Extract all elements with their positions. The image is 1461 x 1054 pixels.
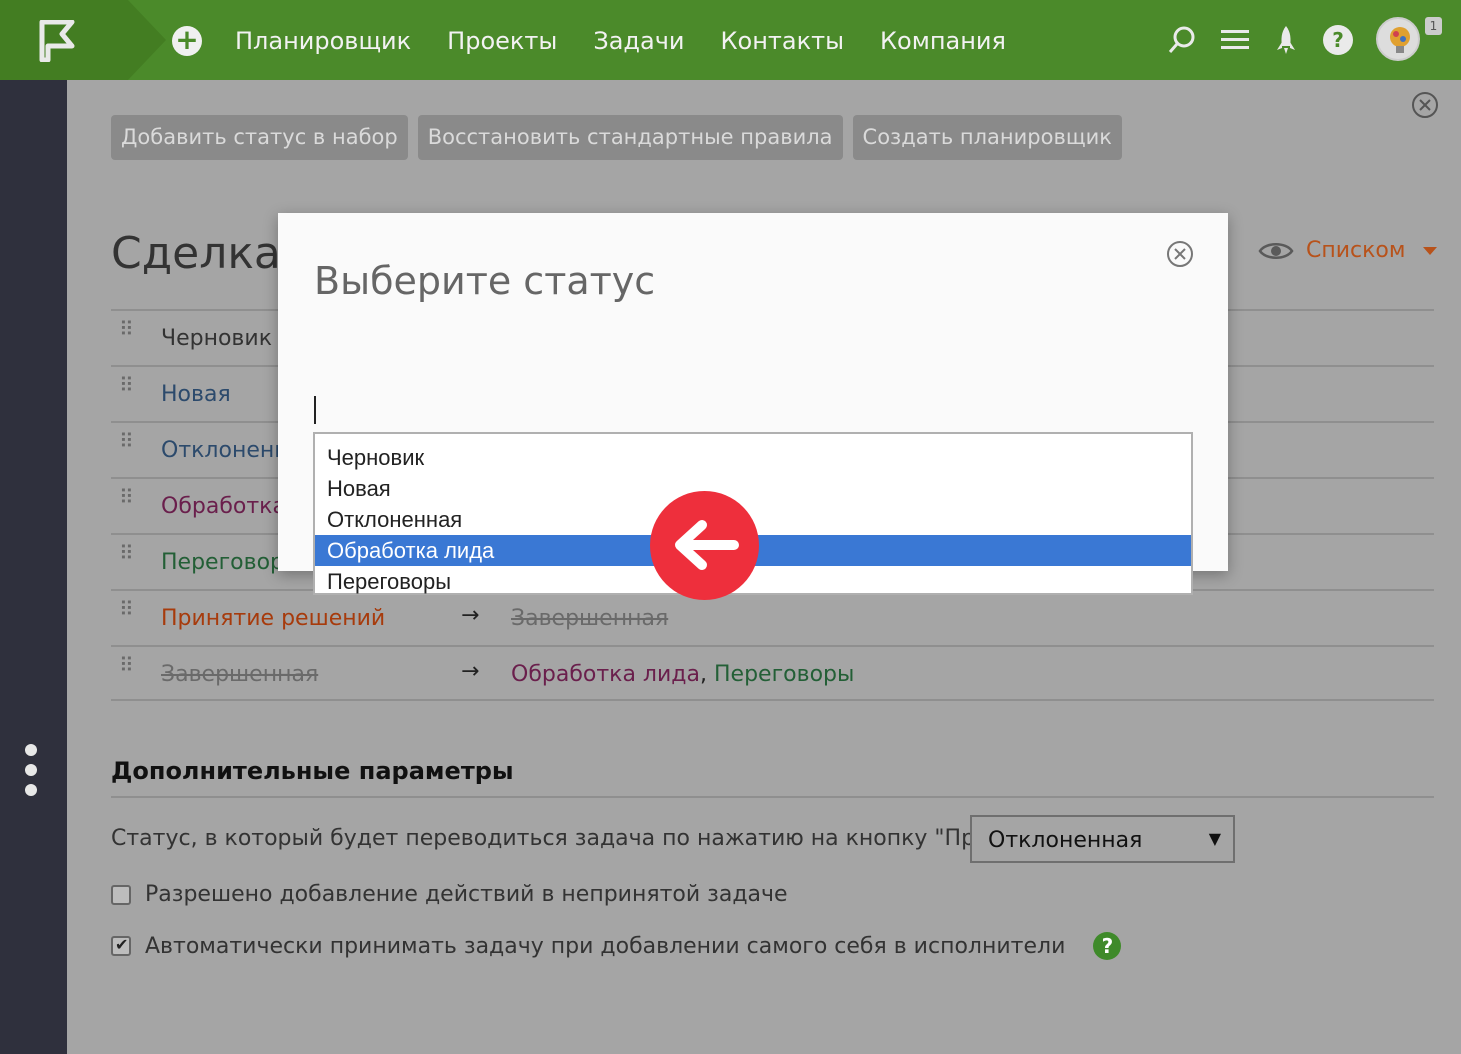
text-cursor — [314, 396, 316, 424]
close-page-icon[interactable] — [1410, 90, 1440, 120]
section-title: Дополнительные параметры — [111, 757, 514, 785]
restore-rules-button[interactable]: Восстановить стандартные правила — [417, 115, 843, 160]
logo-arrow-shape — [128, 0, 166, 80]
help-icon[interactable]: ? — [1322, 24, 1354, 56]
target-separator: , — [700, 662, 707, 687]
page-title: Сделка — [111, 228, 281, 279]
eye-icon — [1258, 242, 1294, 259]
status-name: Черновик — [161, 326, 272, 351]
left-rail — [0, 80, 67, 1054]
question-help-icon[interactable]: ? — [1093, 932, 1122, 960]
drag-handle-icon[interactable]: ⠿ — [119, 487, 134, 517]
drag-handle-icon[interactable]: ⠿ — [119, 599, 134, 629]
nav-planner[interactable]: Планировщик — [235, 26, 411, 56]
search-icon[interactable] — [1166, 24, 1198, 56]
user-avatar[interactable] — [1376, 17, 1420, 61]
status-name: Принятие решений — [161, 606, 386, 631]
logo-flag-icon[interactable] — [38, 20, 78, 62]
select-caret-icon: ▼ — [1208, 829, 1221, 848]
toolbar: Добавить статус в набор Восстановить ста… — [111, 115, 1122, 160]
status-row[interactable]: ⠿ Принятие решений → Завершенная — [111, 589, 1434, 645]
status-name: Обработка — [161, 494, 286, 519]
drag-handle-icon[interactable]: ⠿ — [119, 319, 134, 349]
main-nav: Планировщик Проекты Задачи Контакты Комп… — [235, 26, 1006, 56]
create-planner-button[interactable]: Создать планировщик — [852, 115, 1122, 160]
status-name: Завершенная — [161, 662, 319, 687]
nav-tasks[interactable]: Задачи — [593, 26, 684, 56]
accept-status-select[interactable]: Отклоненная ▼ — [970, 815, 1235, 863]
add-plus-icon[interactable]: + — [172, 26, 202, 56]
drag-handle-icon[interactable]: ⠿ — [119, 375, 134, 405]
status-name: Новая — [161, 382, 231, 407]
allow-actions-checkbox[interactable] — [111, 884, 131, 905]
chevron-down-icon — [1423, 246, 1438, 255]
rocket-icon[interactable] — [1270, 24, 1302, 56]
nav-projects[interactable]: Проекты — [447, 26, 557, 56]
menu-icon[interactable] — [1219, 24, 1251, 56]
svg-text:?: ? — [1332, 28, 1344, 52]
transition-targets: Завершенная — [511, 606, 668, 631]
nav-contacts[interactable]: Контакты — [720, 26, 844, 56]
allow-actions-option: Разрешено добавление действий в непринят… — [111, 882, 788, 907]
status-name: Отклоненн — [161, 438, 289, 463]
auto-accept-checkbox[interactable] — [111, 935, 131, 956]
drag-handle-icon[interactable]: ⠿ — [119, 655, 134, 685]
dropdown-option[interactable]: Черновик — [315, 442, 1191, 473]
notification-badge: 1 — [1425, 17, 1442, 35]
target-status[interactable]: Завершенная — [511, 606, 668, 631]
section-divider — [111, 796, 1434, 798]
status-row[interactable]: ⠿ Завершенная → Обработка лида, Перегово… — [111, 645, 1434, 701]
drag-handle-icon[interactable]: ⠿ — [119, 431, 134, 461]
more-dots-icon[interactable] — [25, 744, 39, 804]
accept-status-value: Отклоненная — [988, 828, 1143, 853]
modal-title: Выберите статус — [314, 259, 656, 303]
top-bar: + Планировщик Проекты Задачи Контакты Ко… — [0, 0, 1461, 80]
transition-targets: Обработка лида, Переговоры — [511, 662, 854, 687]
accept-status-label: Статус, в который будет переводиться зад… — [111, 826, 1061, 851]
status-search-input[interactable] — [314, 396, 1192, 426]
transition-arrow-icon: → — [461, 659, 480, 684]
auto-accept-label: Автоматически принимать задачу при добав… — [145, 933, 1066, 959]
auto-accept-option: Автоматически принимать задачу при добав… — [111, 932, 1122, 960]
add-status-button[interactable]: Добавить статус в набор — [111, 115, 408, 160]
target-status[interactable]: Обработка лида — [511, 662, 700, 687]
drag-handle-icon[interactable]: ⠿ — [119, 543, 134, 573]
pointer-arrow-icon — [650, 491, 759, 600]
transition-arrow-icon: → — [461, 603, 480, 628]
target-status[interactable]: Переговоры — [714, 662, 854, 687]
close-modal-icon[interactable] — [1166, 240, 1194, 268]
allow-actions-label: Разрешено добавление действий в непринят… — [145, 882, 788, 907]
avatar-lightbulb-icon — [1390, 27, 1410, 53]
status-name: Переговор — [161, 550, 284, 575]
nav-company[interactable]: Компания — [880, 26, 1006, 56]
view-mode-label: Списком — [1306, 238, 1406, 263]
view-toggle[interactable]: Списком — [1258, 238, 1438, 263]
